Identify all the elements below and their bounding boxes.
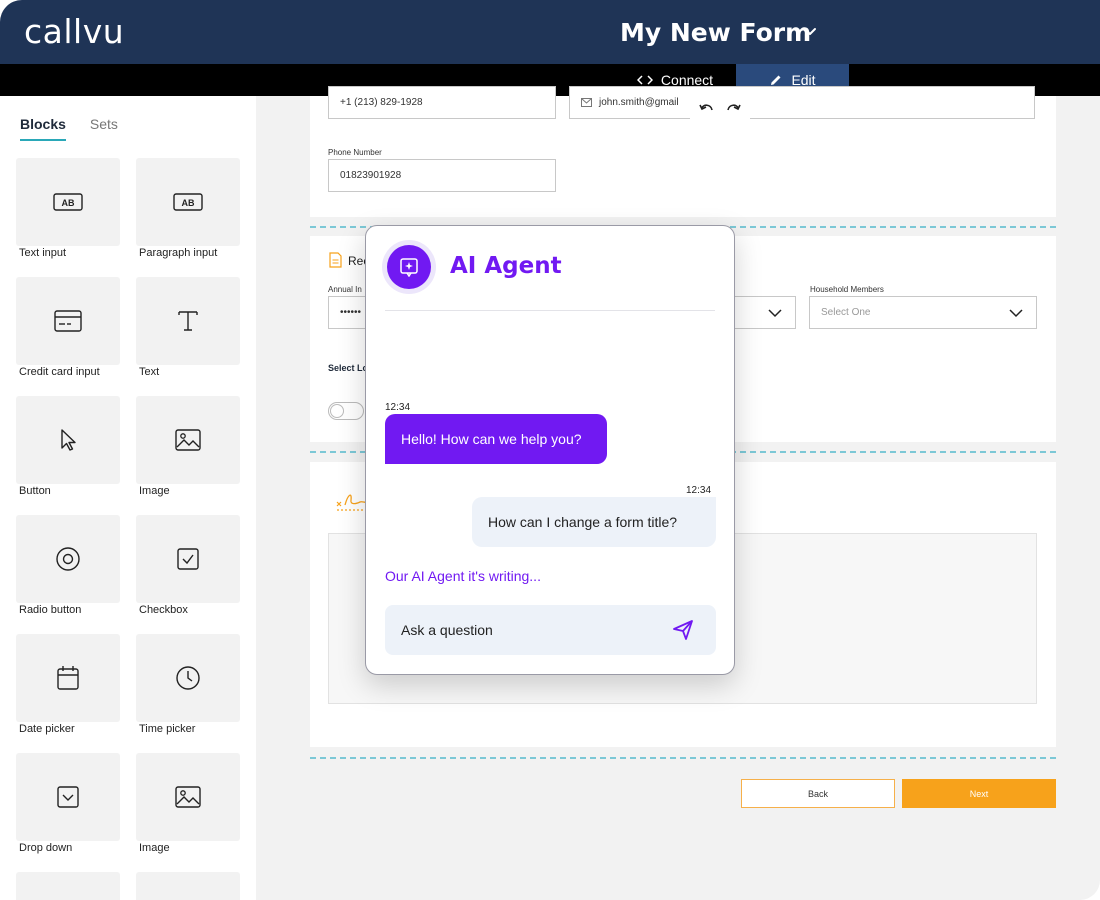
image-icon [175,786,201,808]
checkbox-icon [177,548,199,570]
block-radio-button[interactable] [16,515,120,603]
user-timestamp: 12:34 [686,485,712,496]
block-date-picker[interactable] [16,634,120,722]
household-label: Household Members [810,285,884,294]
undo-icon[interactable] [699,102,715,114]
credit-card-icon [54,310,82,332]
ai-agent-chat: AI Agent 12:34 Hello! How can we help yo… [365,225,735,675]
sidebar-tabs: Blocks Sets [20,116,118,141]
block-paragraph-input[interactable]: AB [136,158,240,246]
text-icon [178,311,198,331]
agent-timestamp: 12:34 [385,402,411,413]
send-icon[interactable] [672,619,694,641]
chevron-down-icon [1009,309,1023,318]
document-icon [329,252,342,268]
email-field[interactable]: john.smith@gmail [569,86,1035,119]
annual-label: Annual In [328,285,362,294]
callvu-logo[interactable]: callvu [24,12,124,51]
clock-icon [176,666,200,690]
chat-title: AI Agent [450,253,562,279]
block-image-2[interactable] [136,753,240,841]
block-credit-card-input[interactable] [16,277,120,365]
sparkle-chat-icon [400,258,418,277]
chat-input-placeholder: Ask a question [401,622,493,638]
radio-icon [56,547,80,571]
chat-input[interactable]: Ask a question [385,605,716,655]
svg-text:AB: AB [62,198,75,208]
next-button[interactable]: Next [902,779,1056,808]
block-partial[interactable] [136,872,240,900]
chevron-down-icon[interactable] [800,22,820,42]
block-text-input[interactable]: AB [16,158,120,246]
code-icon [636,75,653,85]
phone-top-field[interactable]: +1 (213) 829-1928 [328,86,556,119]
block-label: Image [139,842,170,854]
block-checkbox[interactable] [136,515,240,603]
phone-top-value: +1 (213) 829-1928 [340,97,423,108]
pencil-icon [771,75,781,85]
toggle-switch[interactable] [328,402,364,420]
block-drop-down[interactable] [16,753,120,841]
select-label: Select Lo [328,363,369,373]
email-value: john.smith@gmail [599,97,679,108]
chat-divider [385,310,715,311]
text-input-icon: AB [53,193,83,211]
block-label: Button [19,485,51,497]
mail-icon [581,98,592,107]
user-message: How can I change a form title? [472,497,716,547]
block-label: Text [139,366,160,378]
phone-value: 01823901928 [340,170,402,181]
dropdown-icon [57,786,79,808]
paragraph-input-icon: AB [173,193,203,211]
block-label: Drop down [19,842,73,854]
back-button[interactable]: Back [741,779,895,808]
block-label: Time picker [139,723,196,735]
phone-label: Phone Number [328,148,382,157]
block-label: Credit card input [19,366,100,378]
cursor-icon [61,429,76,451]
chevron-down-icon [768,309,782,318]
block-label: Paragraph input [139,247,218,259]
block-image[interactable] [136,396,240,484]
annual-value: •••••• [340,307,362,318]
block-label: Text input [19,247,67,259]
form-title[interactable]: My New Form [620,18,811,47]
household-placeholder: Select One [821,307,871,318]
signature-icon [336,494,368,511]
block-label: Date picker [19,723,75,735]
typing-status: Our AI Agent it's writing... [385,568,541,584]
tab-blocks[interactable]: Blocks [20,116,66,141]
block-text[interactable] [136,277,240,365]
block-label: Radio button [19,604,82,616]
redo-icon[interactable] [725,102,741,114]
phone-field[interactable]: 01823901928 [328,159,556,192]
calendar-icon [57,666,79,690]
block-label: Image [139,485,170,497]
block-time-picker[interactable] [136,634,240,722]
undo-redo-bar [690,96,750,120]
svg-text:AB: AB [182,198,195,208]
toggle-knob [330,404,344,418]
block-label: Checkbox [139,604,188,616]
top-bar: callvu My New Form [0,0,1100,64]
agent-message: Hello! How can we help you? [385,414,607,464]
tab-sets[interactable]: Sets [90,116,118,141]
section-divider [310,757,1056,759]
agent-avatar [382,240,436,294]
block-button[interactable] [16,396,120,484]
block-partial[interactable] [16,872,120,900]
image-icon [175,429,201,451]
household-select[interactable]: Select One [809,296,1037,329]
